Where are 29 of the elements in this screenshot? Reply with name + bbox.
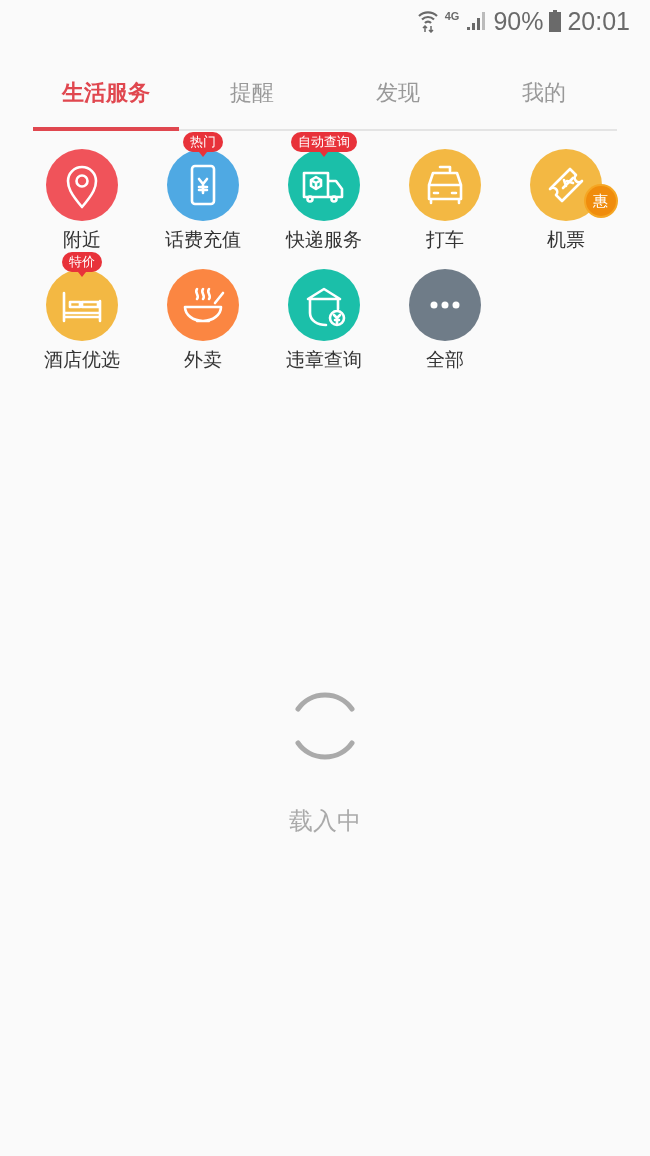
discount-seal: 惠 [585, 186, 616, 216]
loading-text: 载入中 [289, 806, 361, 837]
service-label[interactable]: 违章查询 [285, 347, 362, 373]
battery-percent: 90% [493, 6, 544, 36]
service-label[interactable]: 酒店优选 [43, 347, 120, 373]
badge: 热门 [182, 132, 223, 157]
phone-icon[interactable] [166, 149, 239, 221]
more-icon[interactable] [408, 269, 481, 341]
location-pin-icon[interactable] [45, 149, 118, 221]
car-icon[interactable] [408, 149, 481, 221]
service-label[interactable]: 全部 [425, 347, 464, 373]
badge: 自动查询 [290, 132, 357, 157]
service-label[interactable]: 快递服务 [285, 227, 362, 253]
badge: 特价 [61, 252, 102, 277]
truck-icon[interactable] [287, 149, 360, 221]
service-label[interactable]: 话费充值 [164, 227, 241, 253]
officer-hat-icon[interactable] [287, 269, 360, 341]
bowl-icon[interactable] [166, 269, 239, 341]
battery-icon [549, 10, 562, 32]
tab[interactable]: 生活服务 [33, 62, 179, 131]
service-label[interactable]: 附近 [62, 227, 101, 253]
bed-icon[interactable] [45, 269, 118, 341]
service-label[interactable]: 打车 [425, 227, 464, 253]
service-label[interactable]: 机票 [546, 227, 585, 253]
service-label[interactable]: 外卖 [183, 347, 222, 373]
clock: 20:01 [567, 6, 630, 36]
wifi-icon [416, 9, 439, 33]
network-type: 4G [444, 10, 460, 22]
signal-icon [465, 10, 488, 32]
